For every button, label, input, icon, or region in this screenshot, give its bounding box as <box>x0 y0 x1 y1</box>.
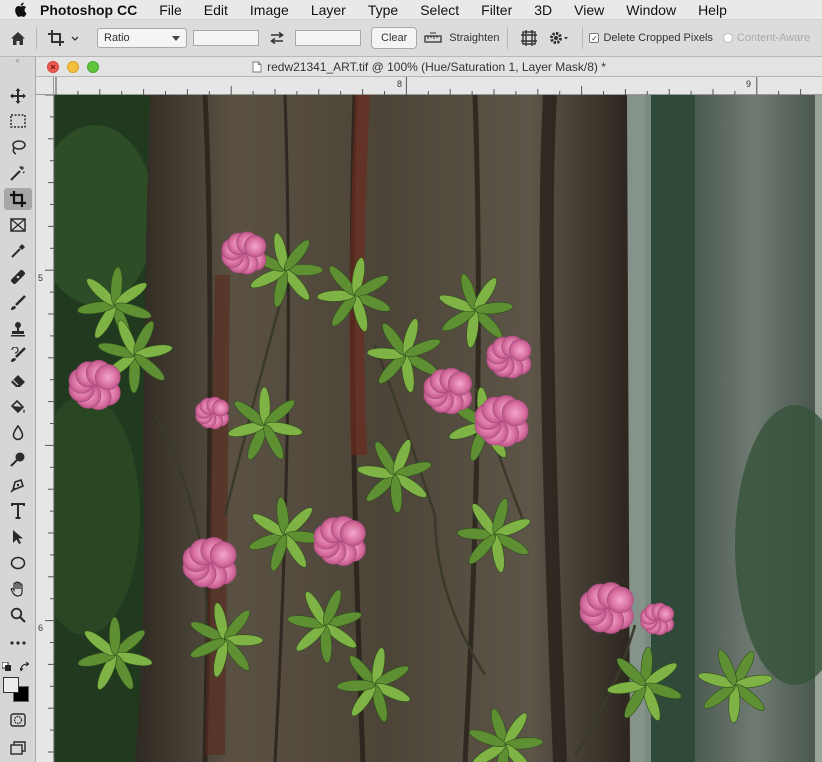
ratio-select[interactable]: Ratio <box>97 28 187 48</box>
menu-edit[interactable]: Edit <box>204 2 228 18</box>
home-icon[interactable] <box>0 31 36 46</box>
panel-grip[interactable]: « <box>0 57 35 65</box>
ratio-value: Ratio <box>104 32 130 44</box>
gear-icon[interactable] <box>542 30 576 46</box>
ruler-label-6: 6 <box>38 623 44 633</box>
ruler-label-9: 9 <box>746 79 752 89</box>
content-aware-checkbox[interactable]: Content-Aware <box>722 32 811 44</box>
menu-file[interactable]: File <box>159 2 182 18</box>
straighten-label[interactable]: Straighten <box>449 32 499 44</box>
checkmark-icon: ✓ <box>589 33 600 43</box>
delete-cropped-label: Delete Cropped Pixels <box>603 32 713 44</box>
menu-image[interactable]: Image <box>250 2 289 18</box>
dodge-tool-icon[interactable] <box>4 448 32 470</box>
ellipse-tool-icon[interactable] <box>4 552 32 574</box>
marquee-tool-icon[interactable] <box>4 110 32 132</box>
unchecked-icon <box>722 33 733 43</box>
apple-icon[interactable] <box>0 2 40 17</box>
eraser-tool-icon[interactable] <box>4 370 32 392</box>
brush-tool-icon[interactable] <box>4 292 32 314</box>
clone-stamp-tool-icon[interactable] <box>4 318 32 340</box>
move-tool-icon[interactable] <box>4 85 32 107</box>
path-selection-tool-icon[interactable] <box>4 526 32 548</box>
swap-dimensions-icon[interactable] <box>259 32 295 44</box>
lasso-tool-icon[interactable] <box>4 136 32 158</box>
separator <box>507 27 509 49</box>
vertical-ruler[interactable]: 5 6 <box>36 95 54 762</box>
pen-tool-icon[interactable] <box>4 474 32 496</box>
ruler-label-8: 8 <box>397 79 403 89</box>
document-title: redw21341_ART.tif @ 100% (Hue/Saturation… <box>267 60 606 74</box>
tools-panel: « <box>0 57 36 762</box>
more-tools-icon[interactable] <box>4 632 32 654</box>
swap-colors-icon[interactable] <box>19 659 30 672</box>
redwood-rhododendron-photo <box>55 95 822 762</box>
screen-mode-icon[interactable] <box>4 737 32 759</box>
menu-type[interactable]: Type <box>368 2 398 18</box>
document-title-wrap: redw21341_ART.tif @ 100% (Hue/Saturation… <box>36 60 822 76</box>
menu-layer[interactable]: Layer <box>311 2 346 18</box>
app-name[interactable]: Photoshop CC <box>40 2 137 18</box>
straighten-icon[interactable] <box>417 32 449 44</box>
quick-mask-icon[interactable] <box>4 709 32 731</box>
menu-view[interactable]: View <box>574 2 604 18</box>
healing-brush-tool-icon[interactable] <box>4 266 32 288</box>
default-colors-icon[interactable] <box>1 659 12 671</box>
blur-tool-icon[interactable] <box>4 422 32 444</box>
frame-tool-icon[interactable] <box>4 214 32 236</box>
document-file-icon <box>252 61 262 76</box>
document-window: redw21341_ART.tif @ 100% (Hue/Saturation… <box>36 57 822 762</box>
ruler-origin[interactable] <box>36 77 54 95</box>
chevron-down-icon <box>172 32 180 44</box>
hand-tool-icon[interactable] <box>4 578 32 600</box>
paint-bucket-tool-icon[interactable] <box>4 396 32 418</box>
crop-preset-icon[interactable] <box>45 29 85 47</box>
clear-button[interactable]: Clear <box>371 27 418 49</box>
width-field[interactable] <box>193 30 259 46</box>
horizontal-ruler[interactable]: 8 9 <box>54 77 822 95</box>
eyedropper-tool-icon[interactable] <box>4 240 32 262</box>
document-tab-bar[interactable]: redw21341_ART.tif @ 100% (Hue/Saturation… <box>36 57 822 77</box>
magic-wand-tool-icon[interactable] <box>4 162 32 184</box>
image-canvas[interactable] <box>55 95 822 762</box>
type-tool-icon[interactable] <box>4 500 32 522</box>
zoom-tool-icon[interactable] <box>4 604 32 626</box>
history-brush-tool-icon[interactable] <box>4 344 32 366</box>
options-bar: Ratio Clear Straighten ✓ Delete Cropped … <box>0 20 822 57</box>
ruler-label-5: 5 <box>38 273 44 283</box>
clear-button-label: Clear <box>381 32 408 44</box>
separator <box>36 27 37 49</box>
foreground-color-swatch[interactable] <box>3 677 19 693</box>
menu-select[interactable]: Select <box>420 2 459 18</box>
content-aware-label: Content-Aware <box>736 32 811 44</box>
menu-filter[interactable]: Filter <box>481 2 512 18</box>
menu-bar: Photoshop CC File Edit Image Layer Type … <box>0 0 822 20</box>
delete-cropped-checkbox[interactable]: ✓ Delete Cropped Pixels <box>589 32 713 44</box>
menu-help[interactable]: Help <box>698 2 727 18</box>
separator <box>582 27 584 49</box>
menu-3d[interactable]: 3D <box>534 2 552 18</box>
grid-overlay-icon[interactable] <box>516 30 542 46</box>
height-field[interactable] <box>295 30 361 46</box>
menu-window[interactable]: Window <box>626 2 676 18</box>
crop-tool-icon[interactable] <box>4 188 32 210</box>
